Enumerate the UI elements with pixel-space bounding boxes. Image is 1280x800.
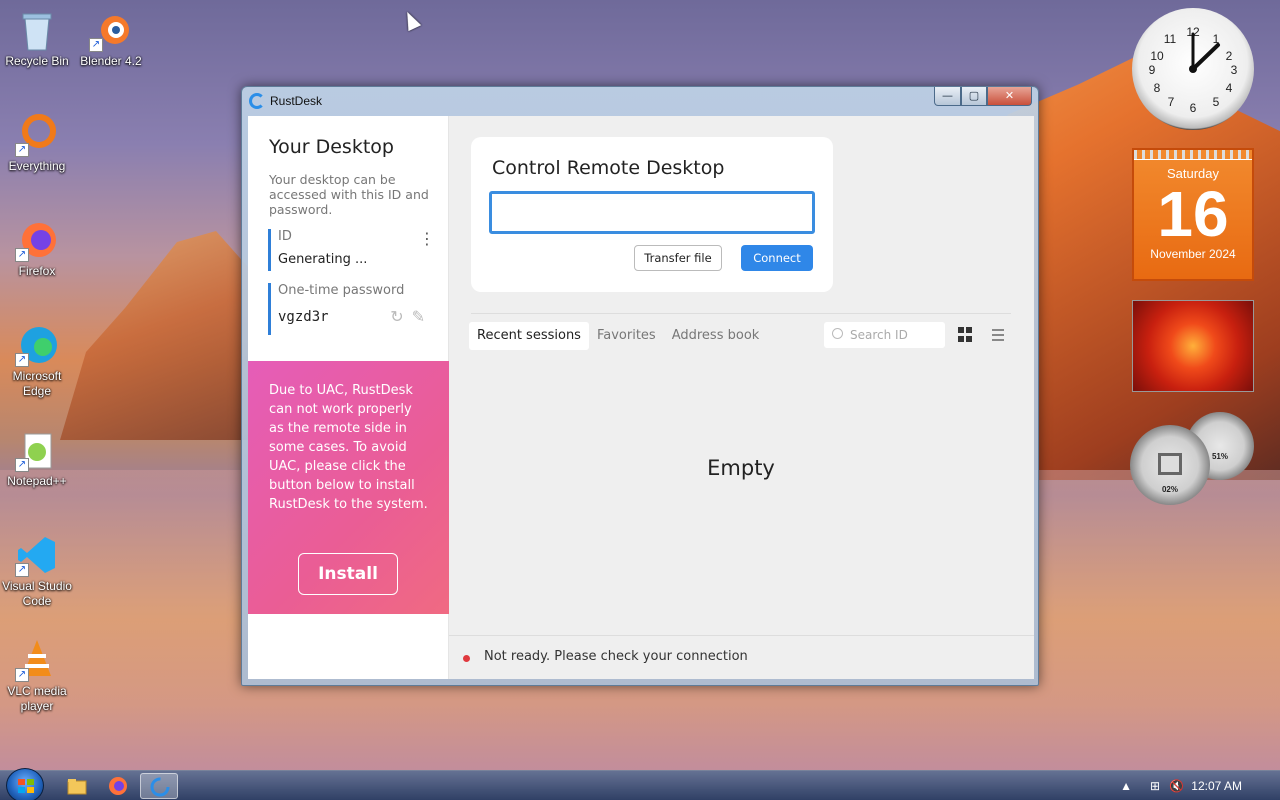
calendar-day: 16 [1157, 178, 1229, 250]
rustdesk-window: RustDesk — ▢ ✕ Your Desktop Your desktop… [241, 86, 1039, 686]
grid-view-icon[interactable] [958, 327, 974, 343]
blender-icon: ↗ [89, 8, 133, 52]
search-id-input[interactable]: Search ID [824, 322, 945, 348]
tab-recent-sessions[interactable]: Recent sessions [469, 322, 589, 350]
notepadpp-icon: ↗ [15, 428, 59, 472]
install-button[interactable]: Install [298, 553, 398, 595]
rustdesk-icon [150, 777, 170, 797]
firefox-icon [109, 777, 127, 795]
clock-face-icon: 12 123 4567 891011 [1149, 25, 1238, 115]
taskbar-explorer[interactable] [58, 773, 96, 799]
password-field: One-time password vgzd3r ↻✎ [268, 283, 433, 335]
session-tabs: Recent sessions Favorites Address book [469, 322, 767, 350]
edit-password-icon[interactable]: ✎ [412, 307, 433, 326]
id-field: ID Generating ... ⋮ [268, 229, 435, 271]
caption-buttons: — ▢ ✕ [934, 87, 1032, 106]
id-label: ID [278, 229, 292, 244]
connect-button[interactable]: Connect [741, 245, 813, 271]
show-hidden-icons-icon[interactable]: ▲ [1120, 779, 1132, 793]
list-view-icon[interactable] [988, 327, 1004, 343]
uac-warning-panel: Due to UAC, RustDesk can not work proper… [248, 361, 449, 614]
desktop-icon-edge[interactable]: ↗ Microsoft Edge [0, 323, 74, 399]
clock-gadget[interactable]: 12 1 2 3 4567 8 9 10 11 [1132, 8, 1254, 130]
uac-message: Due to UAC, RustDesk can not work proper… [269, 383, 428, 512]
svg-text:2: 2 [1226, 49, 1233, 63]
close-button[interactable]: ✕ [987, 87, 1032, 106]
section-divider [471, 313, 1011, 314]
refresh-password-icon[interactable]: ↻ [390, 307, 411, 326]
cpu-meter[interactable]: 02% [1130, 425, 1210, 505]
svg-text:3: 3 [1231, 63, 1238, 77]
calendar-gadget[interactable]: Saturday 16 November 2024 [1132, 148, 1254, 281]
desktop-icon-blender[interactable]: ↗ Blender 4.2 [74, 8, 148, 69]
password-tools: ↻✎ [390, 307, 433, 326]
svg-text:6: 6 [1190, 101, 1197, 115]
vlc-icon: ↗ [15, 638, 59, 682]
desktop-icon-notepadpp[interactable]: ↗ Notepad++ [0, 428, 74, 489]
desktop-icon-vlc[interactable]: ↗ VLC media player [0, 638, 74, 714]
desktop-icon-everything[interactable]: ↗ Everything [0, 113, 74, 174]
taskbar-firefox[interactable] [99, 773, 137, 799]
window-title: RustDesk [270, 94, 323, 108]
left-pane: Your Desktop Your desktop can be accesse… [248, 116, 449, 679]
your-desktop-heading: Your Desktop [269, 136, 394, 158]
svg-text:7: 7 [1168, 95, 1175, 109]
recycle-bin-icon [15, 8, 59, 52]
cpu-chip-icon [1158, 453, 1182, 475]
taskbar-clock[interactable]: 12:07 AM [1191, 779, 1242, 793]
slideshow-gadget[interactable] [1132, 300, 1254, 392]
tab-address-book[interactable]: Address book [664, 322, 768, 350]
more-options-icon[interactable]: ⋮ [419, 229, 435, 248]
your-desktop-description: Your desktop can be accessed with this I… [269, 172, 429, 217]
everything-icon: ↗ [15, 113, 59, 157]
svg-text:11: 11 [1164, 32, 1177, 46]
title-bar[interactable]: RustDesk — ▢ ✕ [242, 87, 1038, 115]
status-bar: Not ready. Please check your connection [449, 635, 1034, 679]
id-value[interactable]: Generating ... [278, 252, 433, 267]
maximize-button[interactable]: ▢ [961, 87, 987, 106]
mouse-cursor-icon [400, 8, 422, 32]
control-remote-card: Control Remote Desktop Transfer file Con… [471, 137, 833, 292]
password-label: One-time password [278, 283, 405, 298]
desktop-icon-firefox[interactable]: ↗ Firefox [0, 218, 74, 279]
start-button[interactable] [6, 768, 44, 800]
svg-text:5: 5 [1213, 95, 1220, 109]
calendar-month: November 2024 [1150, 247, 1236, 261]
windows-logo-icon [18, 779, 34, 793]
transfer-file-button[interactable]: Transfer file [634, 245, 722, 271]
remote-id-input[interactable] [489, 191, 815, 234]
firefox-icon: ↗ [15, 218, 59, 262]
cpu-meter-value: 02% [1161, 485, 1178, 494]
control-remote-heading: Control Remote Desktop [492, 157, 725, 179]
folder-icon [67, 779, 87, 795]
svg-text:10: 10 [1150, 49, 1164, 63]
svg-text:4: 4 [1226, 81, 1233, 95]
desktop-icon-recycle-bin[interactable]: Recycle Bin [0, 8, 74, 69]
network-icon[interactable]: ⊞ [1150, 779, 1160, 793]
search-icon [832, 328, 843, 339]
taskbar-rustdesk[interactable] [140, 773, 178, 799]
vscode-icon: ↗ [15, 533, 59, 577]
minimize-button[interactable]: — [934, 87, 961, 106]
status-text: Not ready. Please check your connection [484, 649, 748, 664]
volume-muted-icon[interactable]: 🔇 [1169, 779, 1184, 793]
taskbar: ▲ ⊞ 🔇 12:07 AM [0, 768, 1280, 800]
calendar-rings [1134, 150, 1252, 160]
status-dot-icon [463, 655, 470, 662]
window-client-area: Your Desktop Your desktop can be accesse… [248, 116, 1034, 679]
rustdesk-logo-icon [249, 93, 265, 109]
svg-text:8: 8 [1154, 81, 1161, 95]
desktop-icon-vscode[interactable]: ↗ Visual Studio Code [0, 533, 74, 609]
empty-sessions-text: Empty [707, 456, 775, 480]
svg-text:9: 9 [1149, 63, 1156, 77]
search-placeholder: Search ID [850, 328, 908, 342]
edge-icon: ↗ [15, 323, 59, 367]
tab-favorites[interactable]: Favorites [589, 322, 664, 350]
